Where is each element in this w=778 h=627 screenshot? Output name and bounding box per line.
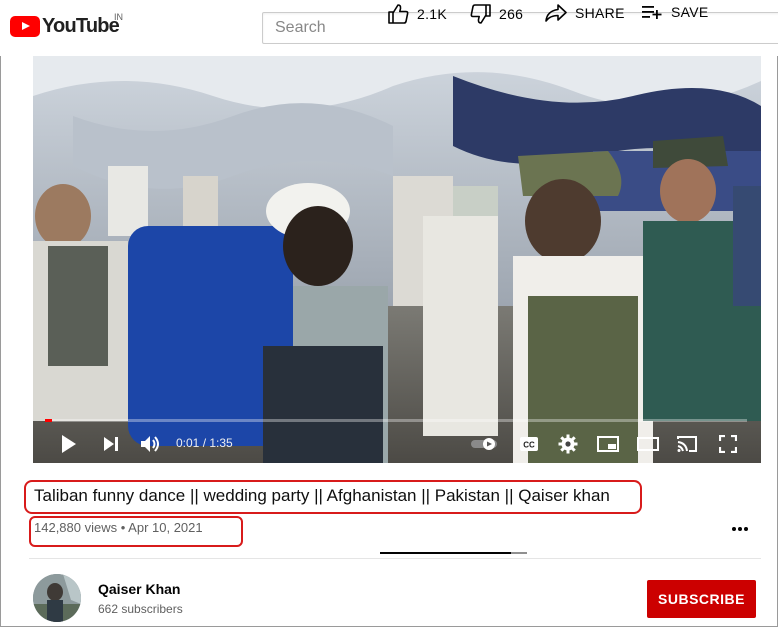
settings-button[interactable]: [555, 431, 581, 457]
divider: [29, 558, 761, 559]
progress-bar[interactable]: [45, 419, 747, 422]
fullscreen-icon: [719, 435, 737, 453]
subscriber-count: 662 subscribers: [98, 602, 183, 616]
channel-name[interactable]: Qaiser Khan: [98, 581, 180, 597]
youtube-logo[interactable]: YouTube IN: [10, 12, 123, 38]
subscribe-button[interactable]: SUBSCRIBE: [647, 580, 756, 618]
settings-icon: [558, 434, 578, 454]
share-label: SHARE: [575, 5, 625, 21]
save-playlist-icon: [642, 6, 662, 19]
miniplayer-icon: [597, 436, 619, 452]
video-player[interactable]: 0:01 / 1:35 CC: [33, 56, 761, 463]
next-button[interactable]: [99, 431, 123, 457]
play-icon: [62, 435, 76, 453]
theater-mode-button[interactable]: [635, 431, 661, 457]
player-controls: 0:01 / 1:35 CC: [33, 426, 761, 460]
youtube-logo-icon: [10, 16, 40, 37]
autoplay-toggle[interactable]: [469, 431, 499, 457]
view-count-date: 142,880 views • Apr 10, 2021: [34, 520, 203, 535]
share-icon: [545, 4, 567, 22]
more-icon: [732, 527, 748, 531]
country-code: IN: [114, 12, 123, 22]
share-button[interactable]: SHARE: [545, 4, 625, 22]
like-ratio-fill: [380, 552, 511, 554]
dislike-count: 266: [499, 6, 524, 22]
avatar-image: [33, 574, 81, 622]
channel-avatar[interactable]: [33, 574, 81, 622]
miniplayer-button[interactable]: [595, 431, 621, 457]
captions-icon: CC: [520, 437, 538, 451]
svg-text:CC: CC: [523, 441, 535, 450]
progress-played: [45, 419, 53, 422]
cast-button[interactable]: [674, 431, 700, 457]
volume-icon: [141, 436, 159, 452]
thumbs-down-icon: [470, 4, 491, 24]
cast-icon: [677, 436, 697, 452]
thumbs-up-icon: [388, 4, 409, 24]
like-count: 2.1K: [417, 6, 447, 22]
autoplay-toggle-icon: [471, 438, 497, 450]
logo-text: YouTube: [42, 15, 120, 37]
like-button[interactable]: 2.1K: [388, 4, 447, 24]
fullscreen-button[interactable]: [715, 431, 741, 457]
save-button[interactable]: SAVE: [641, 4, 709, 20]
play-button[interactable]: [57, 431, 81, 457]
volume-button[interactable]: [138, 431, 164, 457]
captions-button[interactable]: CC: [516, 431, 542, 457]
next-icon: [104, 437, 118, 451]
video-title: Taliban funny dance || wedding party || …: [34, 486, 610, 505]
like-dislike-ratio-bar: [380, 552, 527, 554]
more-actions-button[interactable]: [731, 526, 757, 532]
video-frame-image: [33, 56, 761, 463]
theater-icon: [637, 437, 659, 451]
time-display: 0:01 / 1:35: [176, 436, 233, 450]
dislike-button[interactable]: 266: [470, 4, 523, 24]
save-label: SAVE: [671, 4, 709, 20]
